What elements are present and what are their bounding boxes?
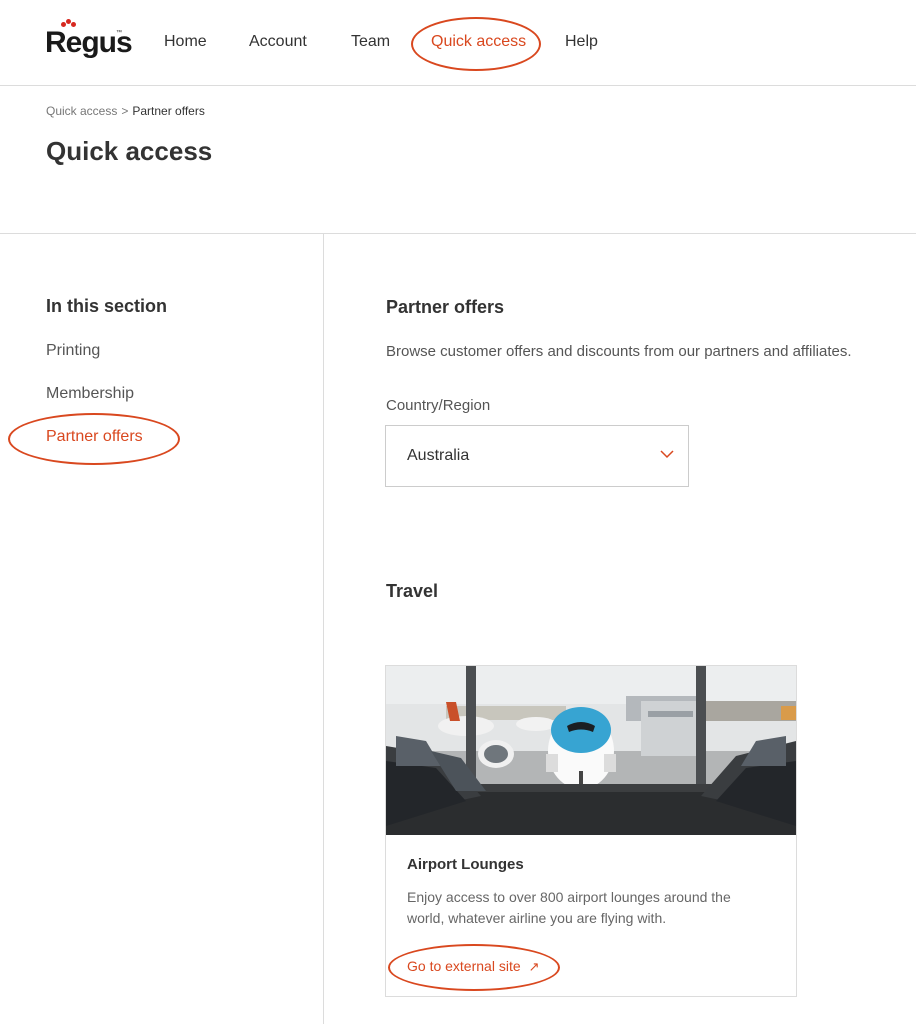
external-link-label: Go to external site [407, 958, 521, 974]
nav-quick-access[interactable]: Quick access [431, 33, 526, 51]
page-root: Regus ™ Home Account Team Quick access H… [0, 0, 916, 1024]
sidebar-heading: In this section [46, 296, 168, 316]
section-title-travel: Travel [386, 581, 439, 601]
sidebar-item-membership[interactable]: Membership [46, 385, 134, 403]
sidebar-item-printing[interactable]: Printing [46, 342, 100, 360]
country-region-label: Country/Region [386, 397, 491, 414]
airport-lounge-image [386, 666, 796, 835]
sidebar-item-partner-offers[interactable]: Partner offers [46, 428, 143, 446]
nav-help[interactable]: Help [565, 33, 598, 51]
column-divider [323, 234, 324, 1024]
breadcrumb: Quick access > Partner offers [46, 104, 205, 118]
chevron-down-icon [660, 450, 674, 459]
section-title-partner-offers: Partner offers [386, 297, 505, 317]
section-divider [0, 233, 916, 234]
nav-home[interactable]: Home [164, 33, 207, 51]
section-description: Browse customer offers and discounts fro… [386, 343, 852, 360]
card-title: Airport Lounges [407, 856, 524, 873]
page-title: Quick access [46, 136, 213, 166]
top-header: Regus ™ Home Account Team Quick access H… [0, 0, 916, 86]
card-description: Enjoy access to over 800 airport lounges… [407, 889, 731, 926]
breadcrumb-separator: > [121, 104, 129, 118]
nav-team[interactable]: Team [351, 33, 390, 51]
breadcrumb-link-quick-access[interactable]: Quick access [46, 104, 117, 118]
nav-account[interactable]: Account [249, 33, 307, 51]
logo-trademark: ™ [116, 30, 122, 36]
breadcrumb-current: Partner offers [132, 104, 205, 118]
country-region-select[interactable]: Australia [385, 425, 689, 487]
go-to-external-site-link[interactable]: Go to external site ↗ [407, 958, 540, 975]
country-region-value: Australia [407, 447, 470, 464]
offer-card-airport-lounges: Airport Lounges Enjoy access to over 800… [385, 665, 797, 997]
external-link-arrow-icon: ↗ [528, 959, 540, 974]
